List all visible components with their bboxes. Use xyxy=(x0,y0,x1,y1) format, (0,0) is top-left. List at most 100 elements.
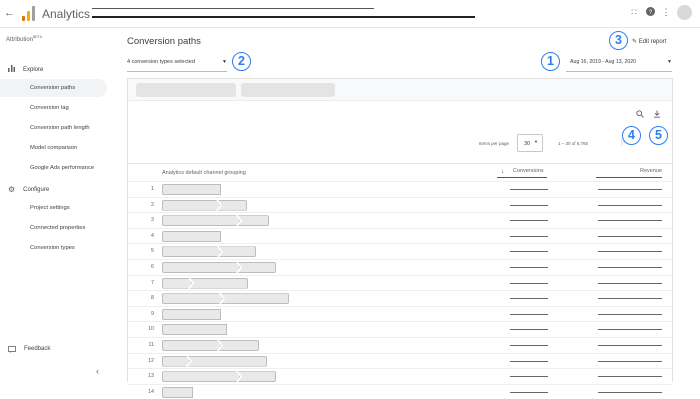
path-step-chip xyxy=(162,230,221,242)
filter-chip[interactable] xyxy=(136,83,236,97)
revenue-value-redacted xyxy=(598,204,662,206)
section-label: AttributionBETA xyxy=(6,35,42,43)
conversions-value-redacted xyxy=(510,189,548,190)
row-number: 6 xyxy=(151,264,154,270)
search-icon[interactable] xyxy=(636,110,644,120)
row-number: 12 xyxy=(148,357,154,364)
apps-grid-icon[interactable]: ∷ xyxy=(629,7,639,18)
sidebar-item-conversion-types[interactable]: Conversion types xyxy=(0,239,107,257)
table-row[interactable]: 14 xyxy=(128,383,672,399)
path-step-chip xyxy=(162,308,221,320)
annotation-badge-3: 3 xyxy=(609,31,628,50)
path-step-chip xyxy=(162,215,240,226)
sidebar-item-connected-properties[interactable]: Connected properties xyxy=(0,219,107,237)
path-step-chip xyxy=(190,277,248,289)
conversions-value-redacted xyxy=(510,298,548,300)
help-icon[interactable]: ? xyxy=(645,7,655,18)
table-row[interactable]: 12 xyxy=(128,352,672,369)
edit-report-button[interactable]: ✎ Edit report xyxy=(632,38,666,45)
filter-chip[interactable] xyxy=(241,83,335,97)
feedback-link[interactable]: Feedback xyxy=(8,346,50,355)
row-number: 7 xyxy=(151,279,154,286)
app-title: Analytics xyxy=(42,7,91,21)
items-per-page-label: Items per page xyxy=(479,141,510,146)
feedback-icon xyxy=(8,346,16,355)
row-number: 4 xyxy=(151,232,154,239)
conversions-value-redacted xyxy=(510,360,548,362)
filter-chip-bar xyxy=(128,79,672,101)
path-step-chip xyxy=(162,356,190,367)
revenue-value-redacted xyxy=(598,251,662,253)
conversions-value-redacted xyxy=(510,391,548,393)
bar-chart-icon xyxy=(8,65,15,74)
path-step-chip xyxy=(162,371,240,382)
pencil-icon: ✎ xyxy=(632,39,638,45)
row-number: 1 xyxy=(151,186,154,192)
path-step-chip xyxy=(162,278,192,289)
pagination-range: 1 – 30 of 6,765 xyxy=(558,141,589,146)
sidebar-item-project-settings[interactable]: Project settings xyxy=(0,199,107,217)
table-row[interactable]: 6 xyxy=(128,259,672,275)
analytics-logo-icon[interactable] xyxy=(22,6,36,21)
revenue-value-redacted xyxy=(598,345,662,346)
path-step-chip xyxy=(221,293,289,305)
table-row[interactable]: 5 xyxy=(128,243,672,259)
table-row[interactable]: 1 xyxy=(128,181,672,197)
download-icon[interactable] xyxy=(653,110,661,120)
conversions-value-redacted xyxy=(510,313,548,315)
table-row[interactable]: 11 xyxy=(128,337,672,353)
conversions-value-redacted xyxy=(510,220,548,222)
sidebar-item-conversion-lag[interactable]: Conversion lag xyxy=(0,99,107,117)
more-vert-icon[interactable]: ⋮ xyxy=(661,7,671,18)
gear-icon: ⚙ xyxy=(8,185,16,194)
path-step-chip xyxy=(162,293,223,304)
column-header-revenue[interactable]: Revenue xyxy=(640,168,662,174)
items-per-page-select[interactable]: 30 ▼ xyxy=(517,134,543,152)
table-row[interactable]: 7 xyxy=(128,274,672,291)
table-row[interactable]: 8 xyxy=(128,290,672,306)
row-number: 9 xyxy=(151,310,154,317)
path-step-chip xyxy=(162,340,221,351)
arrow-down-icon[interactable]: ↓ xyxy=(501,168,505,175)
main-content: Conversion paths ✎ Edit report 4 convers… xyxy=(114,28,700,398)
table-row[interactable]: 13 xyxy=(128,368,672,384)
sidebar-explore[interactable]: Explore xyxy=(8,65,43,74)
avatar[interactable] xyxy=(677,5,692,20)
revenue-value-redacted xyxy=(598,282,662,284)
path-step-chip xyxy=(188,355,267,367)
annotation-badge-1: 1 xyxy=(541,52,560,71)
path-step-chip xyxy=(162,184,221,195)
table-row[interactable]: 10 xyxy=(128,321,672,337)
dropdown-arrow-icon: ▼ xyxy=(534,139,538,144)
row-number: 13 xyxy=(148,373,154,380)
path-step-chip xyxy=(218,199,247,211)
date-range-picker[interactable]: Aug 16, 2019 - Aug 13, 2020 ▼ xyxy=(570,59,672,65)
column-header-grouping[interactable]: Analytics default channel grouping xyxy=(162,170,246,176)
annotation-badge-2: 2 xyxy=(232,52,251,71)
sidebar-item-conversion-path-length[interactable]: Conversion path length xyxy=(0,119,107,137)
table-row[interactable]: 2 xyxy=(128,196,672,213)
row-number: 2 xyxy=(151,201,154,208)
conversions-value-redacted xyxy=(510,251,548,253)
sidebar-configure[interactable]: ⚙ Configure xyxy=(8,185,49,194)
table-row[interactable]: 3 xyxy=(128,212,672,228)
arrow-left-icon[interactable]: ← xyxy=(4,7,15,19)
chevron-left-icon[interactable]: ‹ xyxy=(96,366,99,376)
conversion-types-select[interactable]: 4 conversion types selected ▼ xyxy=(127,59,227,69)
dropdown-arrow-icon: ▼ xyxy=(667,59,672,65)
sidebar-item-conversion-paths[interactable]: Conversion paths xyxy=(0,79,107,97)
row-number: 8 xyxy=(151,295,154,302)
conversions-value-redacted xyxy=(510,345,548,346)
revenue-value-redacted xyxy=(598,376,662,378)
conversions-value-redacted xyxy=(510,267,548,268)
row-number: 5 xyxy=(151,248,154,255)
table-row[interactable]: 4 xyxy=(128,227,672,244)
column-header-conversions[interactable]: Conversions xyxy=(513,168,544,174)
row-number: 11 xyxy=(148,342,155,348)
path-step-chip xyxy=(238,215,269,227)
redacted-line xyxy=(92,8,374,9)
dropdown-arrow-icon: ▼ xyxy=(222,59,227,65)
sidebar-item-model-comparison[interactable]: Model comparison xyxy=(0,139,107,157)
table-row[interactable]: 9 xyxy=(128,305,672,322)
sidebar-item-google-ads-performance[interactable]: Google Ads performance xyxy=(0,159,107,177)
